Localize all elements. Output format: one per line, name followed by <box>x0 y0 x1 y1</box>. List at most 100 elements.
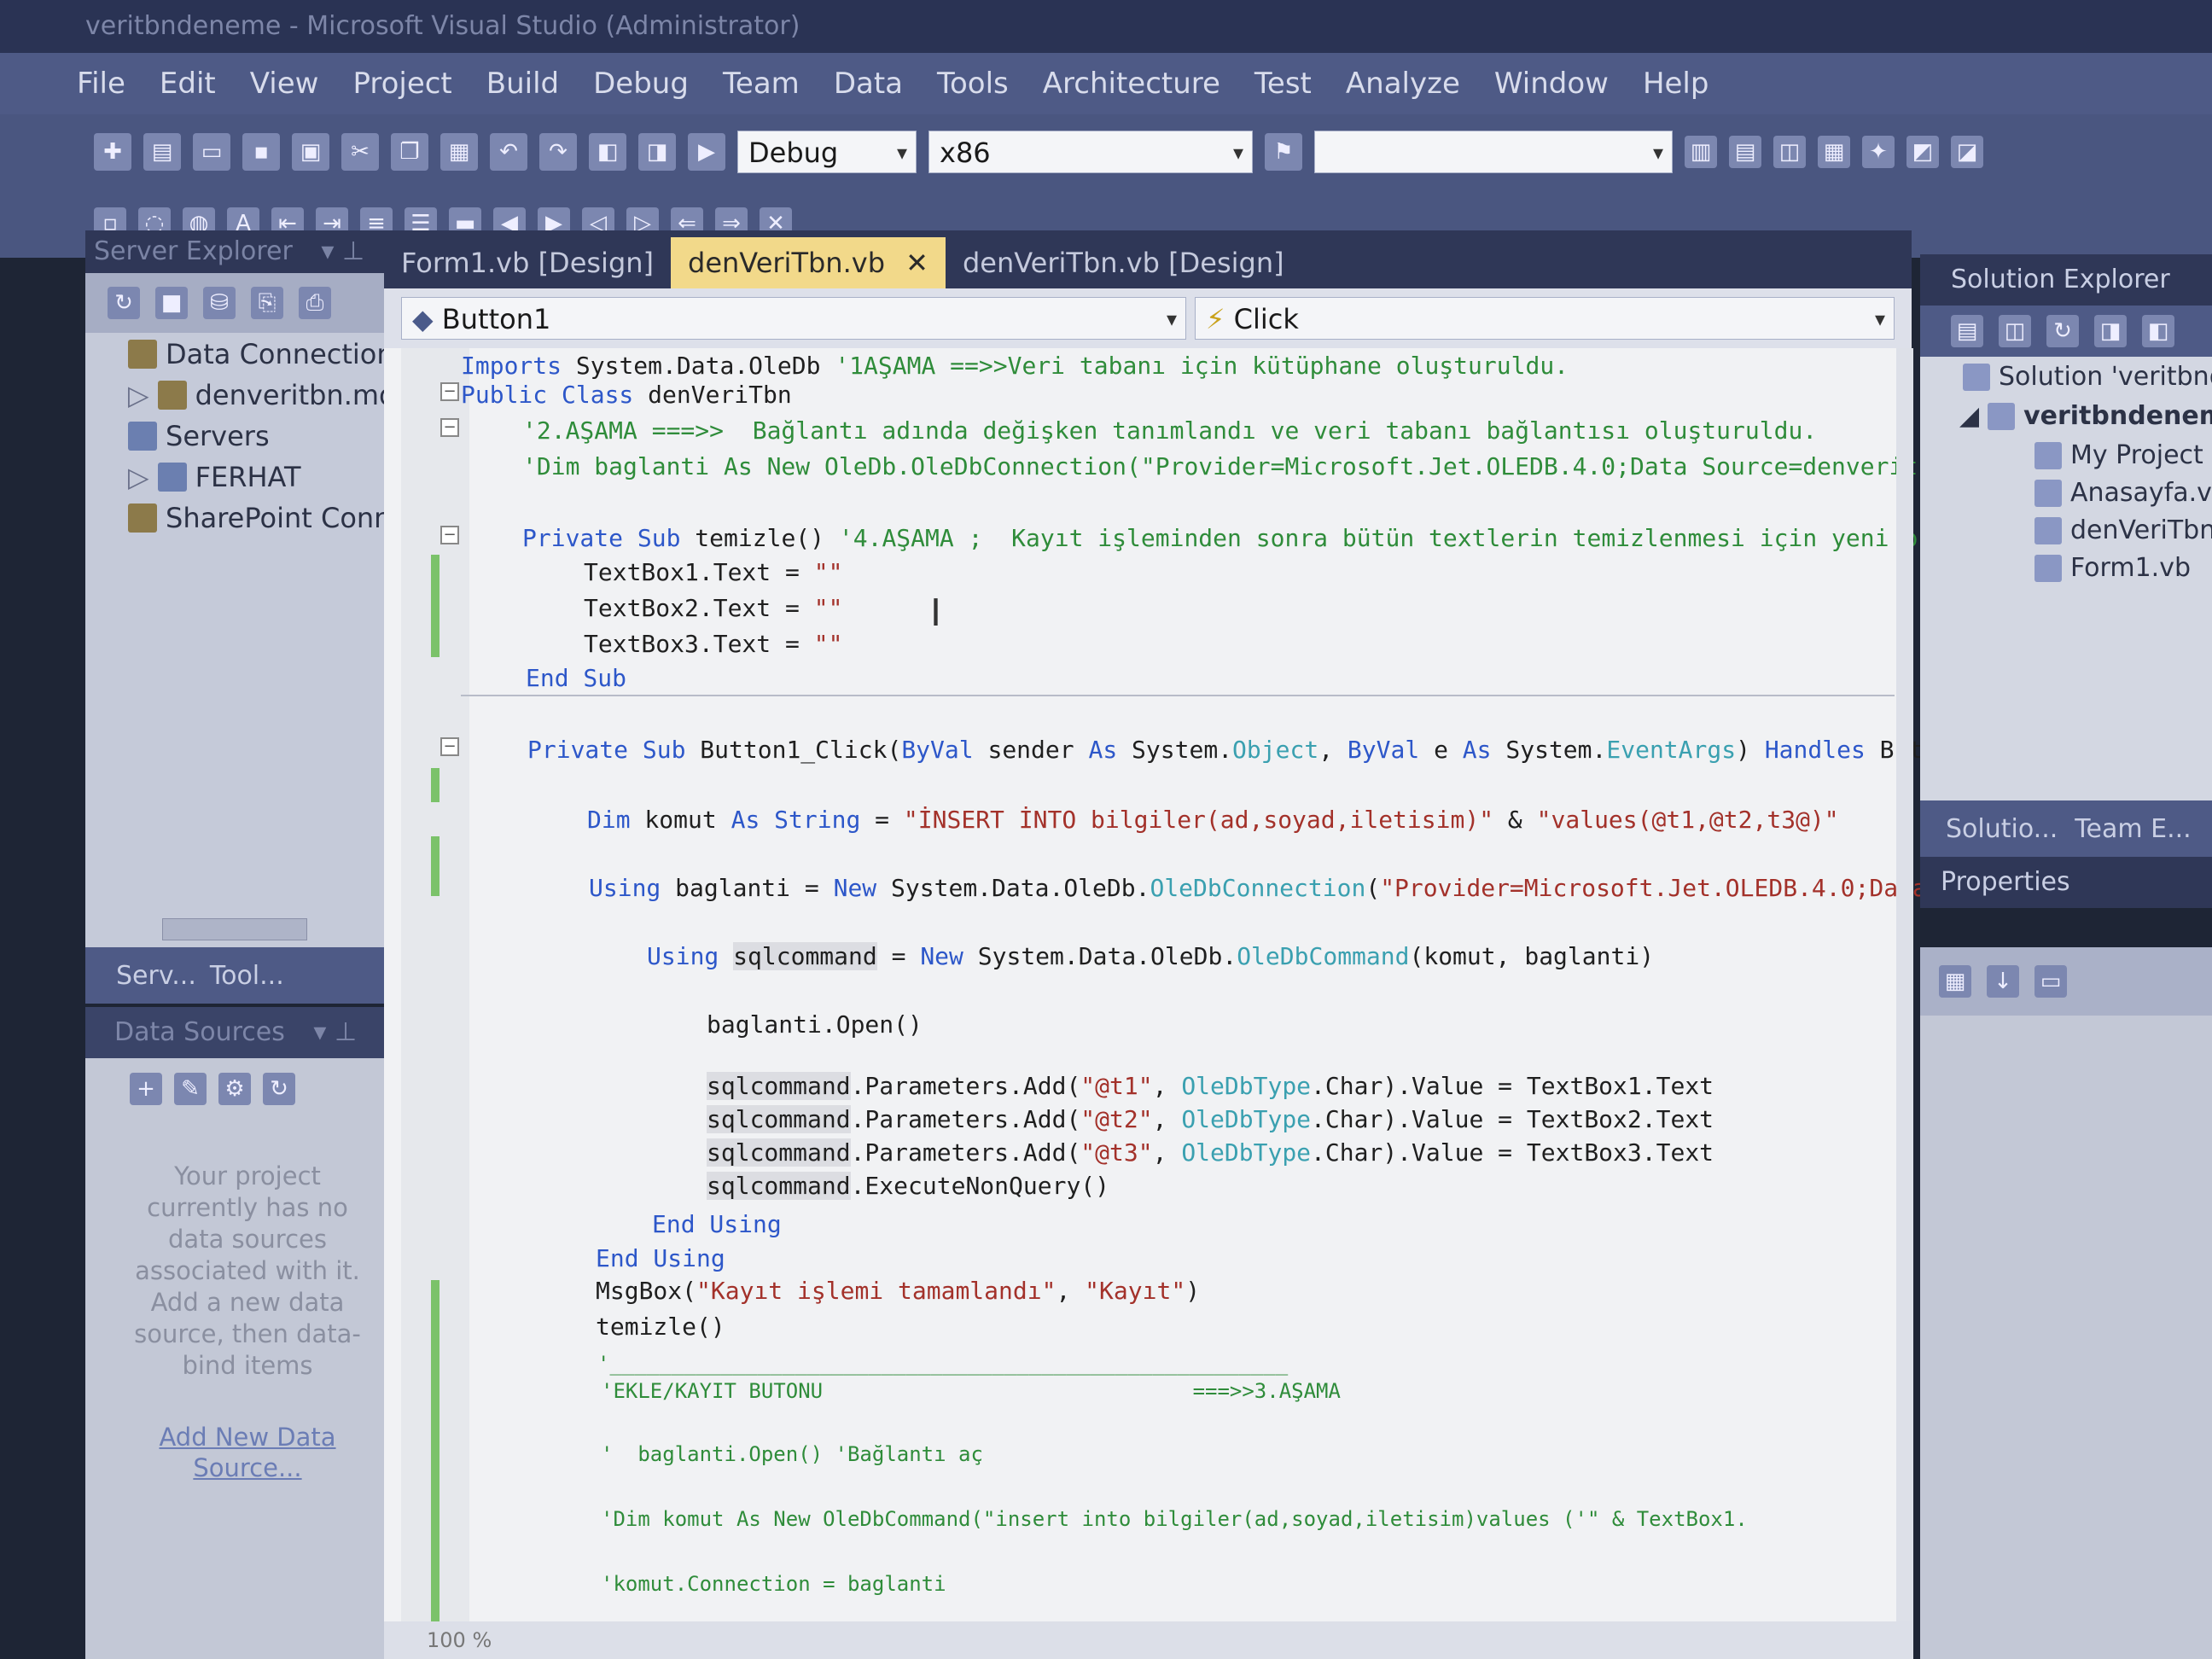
find-in-files-icon[interactable]: ⚑ <box>1265 133 1302 171</box>
menu-item-debug[interactable]: Debug <box>593 67 689 101</box>
menu-item-view[interactable]: View <box>250 67 319 101</box>
solution-platform-select[interactable]: x86 ▾ <box>928 131 1253 173</box>
menu-item-project[interactable]: Project <box>352 67 451 101</box>
code-line: End Using <box>652 1210 782 1238</box>
collapse-region-icon[interactable]: − <box>440 418 459 437</box>
navigate-back-icon[interactable]: ◧ <box>589 133 626 171</box>
collapse-region-icon[interactable]: − <box>440 382 459 401</box>
tree-item-sharepoint[interactable]: SharePoint Conne <box>128 502 408 534</box>
connect-to-sharepoint-icon[interactable]: ⎙ <box>299 287 331 319</box>
collapse-region-icon[interactable]: − <box>440 737 459 756</box>
add-data-source-icon[interactable]: + <box>130 1073 162 1105</box>
edit-dataset-icon[interactable]: ✎ <box>174 1073 207 1105</box>
close-tab-icon[interactable]: ✕ <box>905 247 928 279</box>
tree-item-servers[interactable]: Servers <box>128 420 270 452</box>
toolbox-icon[interactable]: ▦ <box>1818 136 1850 168</box>
paste-icon[interactable]: ▦ <box>440 133 478 171</box>
tab-solution-explorer[interactable]: Solutio... <box>1946 814 2058 844</box>
configuration-value: Debug <box>748 137 839 169</box>
object-combo[interactable]: ◆ Button1 ▾ <box>401 297 1186 340</box>
menu-item-architecture[interactable]: Architecture <box>1043 67 1220 101</box>
configure-dataset-icon[interactable]: ⚙ <box>218 1073 251 1105</box>
menu-item-analyze[interactable]: Analyze <box>1346 67 1460 101</box>
new-project-icon[interactable]: ✚ <box>94 133 131 171</box>
menu-item-help[interactable]: Help <box>1643 67 1709 101</box>
redo-icon[interactable]: ↷ <box>539 133 577 171</box>
open-file-icon[interactable]: ▭ <box>193 133 230 171</box>
menu-item-file[interactable]: File <box>77 67 125 101</box>
tab-form1-design[interactable]: Form1.vb [Design] <box>384 237 671 288</box>
add-new-data-source-link[interactable]: Add New Data Source... <box>128 1422 367 1483</box>
start-debugging-icon[interactable]: ▶ <box>688 133 725 171</box>
tree-item-database-file[interactable]: ▷ denveritbn.md <box>128 379 396 411</box>
connect-to-server-icon[interactable]: ⎘ <box>251 287 283 319</box>
pin-icon[interactable]: ▾ ⊥ <box>321 236 364 266</box>
show-all-files-icon[interactable]: ◫ <box>1999 315 2031 347</box>
tab-denveritbn-code[interactable]: denVeriTbn.vb ✕ <box>671 237 946 288</box>
server-explorer-hscroll[interactable] <box>162 918 307 940</box>
copy-icon[interactable]: ❐ <box>391 133 428 171</box>
editor-vertical-scrollbar[interactable] <box>1896 348 1913 1659</box>
properties-window-icon[interactable]: ▤ <box>1729 136 1761 168</box>
refresh-data-icon[interactable]: ↻ <box>263 1073 295 1105</box>
menu-item-team[interactable]: Team <box>723 67 800 101</box>
tree-item-data-connections[interactable]: Data Connections <box>128 338 408 370</box>
tree-item-label: Servers <box>166 420 270 452</box>
start-page-icon[interactable]: ◩ <box>1906 136 1939 168</box>
editor-horizontal-scrollbar[interactable]: 100 % <box>384 1621 1912 1659</box>
tab-team-explorer[interactable]: Team E... <box>2075 814 2191 844</box>
add-item-icon[interactable]: ▤ <box>143 133 181 171</box>
tree-item-anasayfa[interactable]: Anasayfa.vb <box>2034 478 2212 508</box>
pin-icon[interactable]: ▾ ⊥ <box>313 1017 357 1047</box>
event-combo[interactable]: ⚡ Click ▾ <box>1195 297 1895 340</box>
tab-server-explorer[interactable]: Serv... <box>116 961 196 991</box>
tab-denveritbn-design[interactable]: denVeriTbn.vb [Design] <box>946 237 1301 288</box>
tree-item-label: FERHAT <box>195 461 301 493</box>
expand-arrow-icon[interactable]: ◢ <box>1959 401 1979 431</box>
view-designer-icon[interactable]: ◧ <box>2142 315 2174 347</box>
view-code-icon[interactable]: ◨ <box>2094 315 2127 347</box>
refresh-icon[interactable]: ↻ <box>108 287 140 319</box>
tree-item-solution[interactable]: Solution 'veritbnden <box>1963 362 2212 392</box>
solution-configuration-select[interactable]: Debug ▾ <box>737 131 917 173</box>
alphabetical-sort-icon[interactable]: ↓ <box>1987 965 2019 998</box>
more-tools-icon[interactable]: ◪ <box>1951 136 1983 168</box>
collapse-region-icon[interactable]: − <box>440 526 459 544</box>
tree-item-project[interactable]: ◢ veritbndeneme <box>1959 401 2212 431</box>
menu-item-build[interactable]: Build <box>486 67 559 101</box>
solution-explorer-icon[interactable]: ▥ <box>1685 136 1717 168</box>
tree-item-my-project[interactable]: My Project <box>2034 440 2203 470</box>
code-line: 'komut.Connection = baglanti <box>601 1572 946 1596</box>
undo-icon[interactable]: ↶ <box>490 133 527 171</box>
tree-item-form1[interactable]: Form1.vb <box>2034 553 2191 583</box>
properties-icon[interactable]: ▤ <box>1951 315 1983 347</box>
tree-item-server-ferhat[interactable]: ▷ FERHAT <box>128 461 300 493</box>
cut-icon[interactable]: ✂ <box>341 133 379 171</box>
object-browser-icon[interactable]: ◫ <box>1773 136 1806 168</box>
menu-item-edit[interactable]: Edit <box>160 67 216 101</box>
extension-manager-icon[interactable]: ✦ <box>1862 136 1895 168</box>
vb-file-icon <box>2034 554 2062 582</box>
save-icon[interactable]: ▪ <box>242 133 280 171</box>
chevron-down-icon: ▾ <box>896 141 907 165</box>
menu-item-test[interactable]: Test <box>1254 67 1312 101</box>
tab-toolbox[interactable]: Tool... <box>210 961 284 991</box>
menu-item-window[interactable]: Window <box>1494 67 1609 101</box>
navigate-forward-icon[interactable]: ◨ <box>638 133 676 171</box>
expand-arrow-icon[interactable]: ▷ <box>128 461 149 493</box>
expand-arrow-icon[interactable]: ▷ <box>128 379 149 411</box>
tree-item-denveritbn[interactable]: denVeriTbn.vb <box>2034 515 2212 545</box>
menu-item-tools[interactable]: Tools <box>937 67 1009 101</box>
connect-to-database-icon[interactable]: ⛁ <box>203 287 236 319</box>
property-pages-icon[interactable]: ▭ <box>2034 965 2067 998</box>
refresh-icon[interactable]: ↻ <box>2046 315 2079 347</box>
categorized-icon[interactable]: ▦ <box>1939 965 1971 998</box>
menu-item-data[interactable]: Data <box>834 67 903 101</box>
zoom-level[interactable]: 100 % <box>427 1628 492 1652</box>
save-all-icon[interactable]: ▣ <box>292 133 329 171</box>
code-line: 'Dim komut As New OleDbCommand("insert i… <box>601 1507 1748 1531</box>
stop-refresh-icon[interactable]: ■ <box>155 287 188 319</box>
find-combo[interactable]: ▾ <box>1314 131 1673 173</box>
code-line: sqlcommand.Parameters.Add("@t2", OleDbTy… <box>707 1105 1714 1133</box>
object-combo-value: Button1 <box>441 303 551 335</box>
